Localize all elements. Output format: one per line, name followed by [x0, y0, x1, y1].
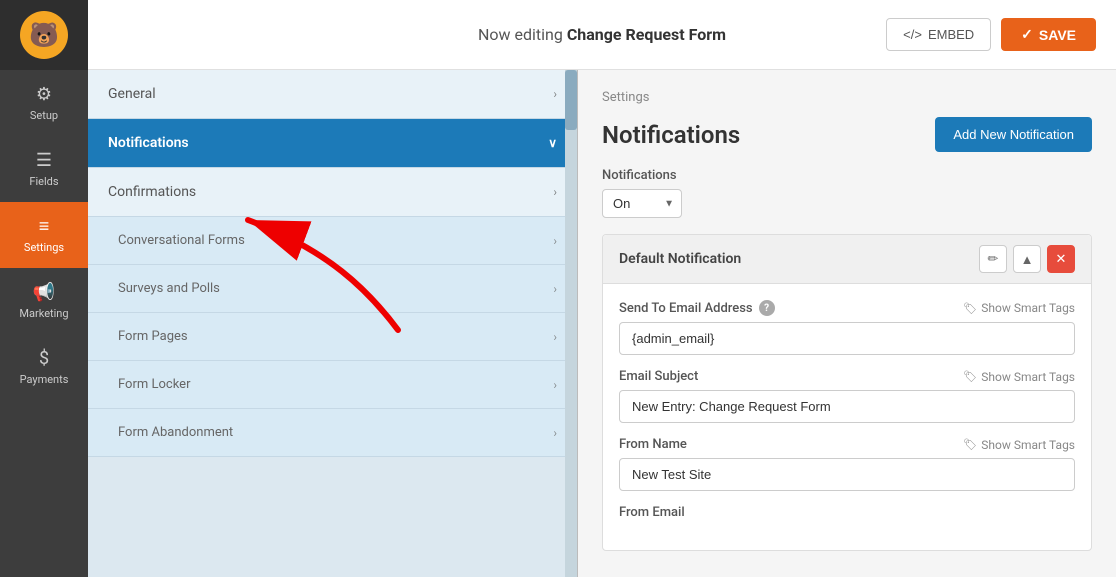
nav-item-form-abandonment[interactable]: Form Abandonment ›	[88, 409, 577, 457]
top-bar-actions: </> EMBED ✓ SAVE	[886, 18, 1096, 51]
email-subject-input[interactable]	[619, 390, 1075, 423]
edit-notification-button[interactable]: ✏	[979, 245, 1007, 273]
smart-tags-link-1[interactable]: 🏷 Show Smart Tags	[963, 301, 1075, 315]
top-bar-title: Now editing Change Request Form	[478, 25, 726, 44]
right-panel: Settings Notifications Add New Notificat…	[578, 70, 1116, 577]
chevron-right-icon-7: ›	[553, 426, 557, 440]
form-name: Change Request Form	[567, 25, 726, 44]
notifications-title: Notifications	[602, 121, 740, 149]
chevron-right-icon-5: ›	[553, 330, 557, 344]
content-area: General › Notifications ∨ Confirmations …	[88, 70, 1116, 577]
scrollbar-track[interactable]	[565, 70, 577, 577]
notifications-toggle-group: Notifications On Off ▼	[602, 168, 1092, 218]
from-name-input[interactable]	[619, 458, 1075, 491]
embed-code-icon: </>	[903, 27, 922, 42]
card-actions: ✏ ▲ ✕	[979, 245, 1075, 273]
sidebar-label-setup: Setup	[30, 109, 58, 122]
nav-item-form-pages[interactable]: Form Pages ›	[88, 313, 577, 361]
notifications-select-wrapper: On Off ▼	[602, 189, 682, 218]
nav-item-conversational-forms[interactable]: Conversational Forms ›	[88, 217, 577, 265]
payments-icon: $	[39, 348, 49, 369]
from-email-header: From Email	[619, 505, 1075, 520]
nav-item-notifications[interactable]: Notifications ∨	[88, 119, 577, 168]
chevron-right-icon: ›	[553, 87, 557, 101]
chevron-right-icon-6: ›	[553, 378, 557, 392]
left-nav-panel: General › Notifications ∨ Confirmations …	[88, 70, 578, 577]
notification-card-title: Default Notification	[619, 251, 741, 267]
send-to-label: Send To Email Address ?	[619, 300, 775, 316]
default-notification-card: Default Notification ✏ ▲ ✕	[602, 234, 1092, 551]
main-area: Now editing Change Request Form </> EMBE…	[88, 0, 1116, 577]
sidebar-item-fields[interactable]: ☰ Fields	[0, 136, 88, 202]
from-name-group: From Name 🏷 Show Smart Tags	[619, 437, 1075, 491]
save-button[interactable]: ✓ SAVE	[1001, 18, 1096, 51]
from-name-label: From Name	[619, 437, 687, 452]
right-panel-inner: Settings Notifications Add New Notificat…	[578, 70, 1116, 571]
chevron-right-icon-2: ›	[553, 185, 557, 199]
logo-bear: 🐻	[20, 11, 68, 59]
delete-notification-button[interactable]: ✕	[1047, 245, 1075, 273]
embed-button[interactable]: </> EMBED	[886, 18, 991, 51]
top-bar: Now editing Change Request Form </> EMBE…	[88, 0, 1116, 70]
nav-item-surveys-polls[interactable]: Surveys and Polls ›	[88, 265, 577, 313]
sidebar-item-settings[interactable]: ≡ Settings	[0, 202, 88, 268]
tag-icon-1: 🏷	[963, 302, 977, 315]
nav-item-confirmations[interactable]: Confirmations ›	[88, 168, 577, 217]
chevron-right-icon-3: ›	[553, 234, 557, 248]
scrollbar-thumb[interactable]	[565, 70, 577, 130]
send-to-input[interactable]	[619, 322, 1075, 355]
fields-icon: ☰	[36, 150, 52, 171]
close-icon: ✕	[1056, 251, 1067, 267]
send-to-group: Send To Email Address ? 🏷 Show Smart Tag…	[619, 300, 1075, 355]
collapse-notification-button[interactable]: ▲	[1013, 245, 1041, 273]
tag-icon-3: 🏷	[963, 438, 977, 451]
smart-tags-link-3[interactable]: 🏷 Show Smart Tags	[963, 438, 1075, 452]
nav-item-form-locker[interactable]: Form Locker ›	[88, 361, 577, 409]
notification-card-body: Send To Email Address ? 🏷 Show Smart Tag…	[603, 284, 1091, 550]
sidebar-label-marketing: Marketing	[19, 307, 68, 320]
nav-item-general[interactable]: General ›	[88, 70, 577, 119]
notification-card-header: Default Notification ✏ ▲ ✕	[603, 235, 1091, 284]
notifications-select[interactable]: On Off	[602, 189, 682, 218]
icon-sidebar: 🐻 ⚙ Setup ☰ Fields ≡ Settings 📢 Marketin…	[0, 0, 88, 577]
chevron-up-icon: ▲	[1021, 252, 1034, 267]
send-to-header: Send To Email Address ? 🏷 Show Smart Tag…	[619, 300, 1075, 316]
email-subject-header: Email Subject 🏷 Show Smart Tags	[619, 369, 1075, 384]
add-notification-button[interactable]: Add New Notification	[935, 117, 1092, 152]
sidebar-item-marketing[interactable]: 📢 Marketing	[0, 268, 88, 334]
marketing-icon: 📢	[33, 282, 55, 303]
sidebar-item-payments[interactable]: $ Payments	[0, 334, 88, 400]
chevron-right-icon-4: ›	[553, 282, 557, 296]
settings-icon: ≡	[39, 216, 50, 237]
pencil-icon: ✏	[988, 251, 999, 267]
from-email-label: From Email	[619, 505, 685, 520]
checkmark-icon: ✓	[1021, 26, 1033, 43]
email-subject-group: Email Subject 🏷 Show Smart Tags	[619, 369, 1075, 423]
sidebar-label-settings: Settings	[24, 241, 64, 254]
settings-breadcrumb: Settings	[602, 90, 1092, 105]
setup-icon: ⚙	[36, 84, 52, 105]
sidebar-label-fields: Fields	[29, 175, 58, 188]
panel-title: Notifications Add New Notification	[602, 117, 1092, 152]
logo-emoji: 🐻	[29, 21, 59, 49]
from-name-header: From Name 🏷 Show Smart Tags	[619, 437, 1075, 452]
smart-tags-link-2[interactable]: 🏷 Show Smart Tags	[963, 370, 1075, 384]
send-to-help-icon[interactable]: ?	[759, 300, 775, 316]
logo[interactable]: 🐻	[0, 0, 88, 70]
sidebar-label-payments: Payments	[20, 373, 69, 386]
email-subject-label: Email Subject	[619, 369, 698, 384]
chevron-down-icon: ∨	[548, 136, 557, 150]
tag-icon-2: 🏷	[963, 370, 977, 383]
editing-prefix: Now editing	[478, 25, 567, 44]
sidebar-item-setup[interactable]: ⚙ Setup	[0, 70, 88, 136]
notifications-toggle-label: Notifications	[602, 168, 1092, 183]
from-email-group: From Email	[619, 505, 1075, 520]
